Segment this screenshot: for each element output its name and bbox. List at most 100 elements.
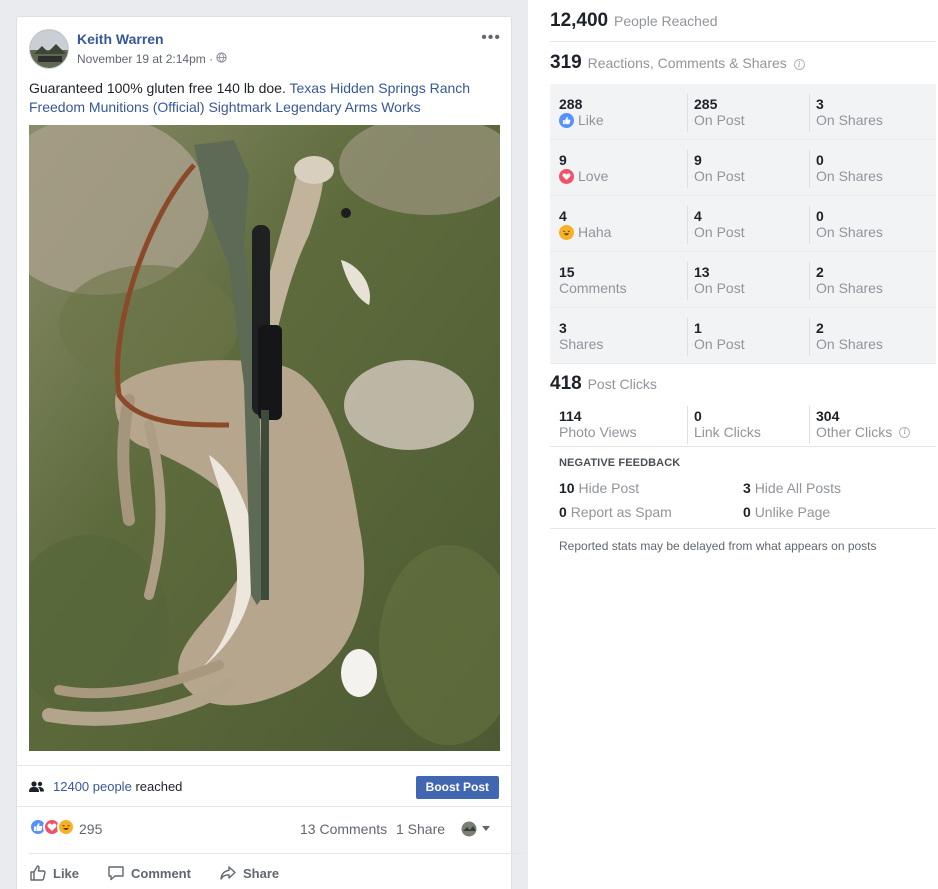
people-reached-row: 12,400 People Reached <box>550 10 936 32</box>
post-clicks-label: Post Clicks <box>587 376 657 392</box>
haha-reaction-icon <box>57 818 75 836</box>
post-caption: Guaranteed 100% gluten free 140 lb doe. <box>29 80 286 96</box>
like-label: Like <box>578 112 604 128</box>
comments-on-shares-value: 2 <box>816 264 824 280</box>
hahas-on-post: 4 On Post <box>687 206 745 244</box>
info-icon[interactable]: i <box>793 59 805 70</box>
reaction-count[interactable]: 295 <box>79 821 102 837</box>
shares-on-shares-value: 2 <box>816 320 824 336</box>
reaction-icons[interactable] <box>29 818 75 836</box>
loves-total: 9 Love <box>559 152 608 184</box>
engagement-label: Reactions, Comments & Shares <box>587 55 787 71</box>
post-photo[interactable] <box>29 125 500 751</box>
post-timestamp[interactable]: November 19 at 2:14pm · <box>77 52 213 66</box>
people-icon <box>29 780 45 798</box>
other-clicks: 304 Other Clicks i <box>809 406 911 444</box>
shares-count[interactable]: 1 Share <box>396 821 445 837</box>
loves-on-post-value: 9 <box>694 152 702 168</box>
photo-views-label: Photo Views <box>559 424 637 440</box>
info-icon[interactable]: i <box>899 426 911 438</box>
hahas-row: 4 Haha 4 On Post 0 On Shares <box>550 196 936 252</box>
unlike-page-stat: 0 Unlike Page <box>743 504 830 520</box>
share-label: Share <box>243 865 280 881</box>
viewer-selector[interactable] <box>461 821 490 837</box>
hahas-on-shares-value: 0 <box>816 208 824 224</box>
share-button[interactable]: Share <box>219 864 279 882</box>
engagement-value: 319 <box>550 52 582 73</box>
loves-row: 9 Love 9 On Post 0 On Shares <box>550 140 936 196</box>
comment-label: Comment <box>131 865 191 881</box>
shares-on-post: 1 On Post <box>687 318 745 356</box>
author-avatar[interactable] <box>29 29 69 69</box>
hahas-on-shares: 0 On Shares <box>809 206 883 244</box>
likes-on-post: 285 On Post <box>687 94 745 132</box>
loves-total-value: 9 <box>559 152 567 168</box>
like-label: Like <box>53 865 80 881</box>
comments-on-shares: 2 On Shares <box>809 262 883 300</box>
hahas-on-post-value: 4 <box>694 208 702 224</box>
reaction-counts-row: 295 13 Comments 1 Share <box>17 813 511 843</box>
boost-post-button[interactable]: Boost Post <box>415 776 499 799</box>
comments-on-post: 13 On Post <box>687 262 745 300</box>
people-reached-value: 12,400 <box>550 10 609 31</box>
other-clicks-text: Other Clicks <box>816 424 893 440</box>
post-column: Keith Warren November 19 at 2:14pm · •••… <box>0 0 528 889</box>
other-clicks-value: 304 <box>816 408 840 424</box>
likes-row: 288 Like 285 On Post 3 On Shares <box>550 84 936 140</box>
haha-label: Haha <box>578 224 612 240</box>
shares-total-label: Shares <box>559 336 604 352</box>
hahas-total: 4 Haha <box>559 208 611 240</box>
love-label: Love <box>578 168 609 184</box>
page-avatar-icon <box>461 821 477 837</box>
comments-total-label: Comments <box>559 280 627 296</box>
comments-total-value: 15 <box>559 264 575 280</box>
shares-on-shares: 2 On Shares <box>809 318 883 356</box>
report-spam-label: Report as Spam <box>570 504 672 520</box>
likes-on-post-value: 285 <box>694 96 718 112</box>
comments-on-post-label: On Post <box>694 280 745 296</box>
report-spam-value: 0 <box>559 504 567 520</box>
author-name[interactable]: Keith Warren <box>77 31 164 47</box>
loves-on-shares: 0 On Shares <box>809 150 883 188</box>
hide-post-value: 10 <box>559 480 575 496</box>
tag-texas-hidden-springs-ranch[interactable]: Texas Hidden Springs Ranch <box>290 80 471 96</box>
engagement-row: 319 Reactions, Comments & Shares i <box>550 52 936 74</box>
comment-button[interactable]: Comment <box>107 864 191 882</box>
post-card: Keith Warren November 19 at 2:14pm · •••… <box>16 16 523 889</box>
thumbs-up-icon <box>30 865 46 881</box>
tag-legendary-arms-works[interactable]: Legendary Arms Works <box>275 99 420 115</box>
unlike-page-value: 0 <box>743 504 751 520</box>
like-button[interactable]: Like <box>29 864 79 882</box>
hide-post-stat: 10 Hide Post <box>559 480 639 496</box>
link-clicks: 0 Link Clicks <box>687 406 761 444</box>
divider <box>550 41 936 42</box>
hide-all-posts-label: Hide All Posts <box>754 480 842 496</box>
share-icon <box>220 866 236 880</box>
shares-on-shares-label: On Shares <box>816 336 883 352</box>
comments-row: 15 Comments 13 On Post 2 On Shares <box>550 252 936 308</box>
other-clicks-label: Other Clicks i <box>816 424 911 440</box>
tag-sightmark[interactable]: Sightmark <box>208 99 271 115</box>
people-reached-label: People Reached <box>614 13 718 29</box>
reach-suffix: reached <box>135 779 183 794</box>
post-text: Guaranteed 100% gluten free 140 lb doe. … <box>29 79 499 117</box>
reach-link[interactable]: 12400 people <box>53 779 132 794</box>
loves-on-shares-label: On Shares <box>816 168 883 184</box>
love-icon <box>559 168 574 184</box>
link-clicks-value: 0 <box>694 408 702 424</box>
tag-freedom-munitions[interactable]: Freedom Munitions (Official) <box>29 99 205 115</box>
like-icon <box>559 112 574 128</box>
loves-on-post: 9 On Post <box>687 150 745 188</box>
loves-on-post-label: On Post <box>694 168 745 184</box>
deer-rifle-photo <box>29 125 500 751</box>
comments-on-post-value: 13 <box>694 264 710 280</box>
likes-on-shares: 3 On Shares <box>809 94 883 132</box>
stats-delay-note: Reported stats may be delayed from what … <box>559 539 877 553</box>
insights-panel: 12,400 People Reached 319 Reactions, Com… <box>528 0 938 889</box>
post-options-button[interactable]: ••• <box>481 29 501 47</box>
comments-count[interactable]: 13 Comments <box>300 821 387 837</box>
globe-icon[interactable] <box>216 52 227 66</box>
loves-on-shares-value: 0 <box>816 152 824 168</box>
shares-total: 3 Shares <box>559 320 603 352</box>
photo-views-value: 114 <box>559 408 582 424</box>
